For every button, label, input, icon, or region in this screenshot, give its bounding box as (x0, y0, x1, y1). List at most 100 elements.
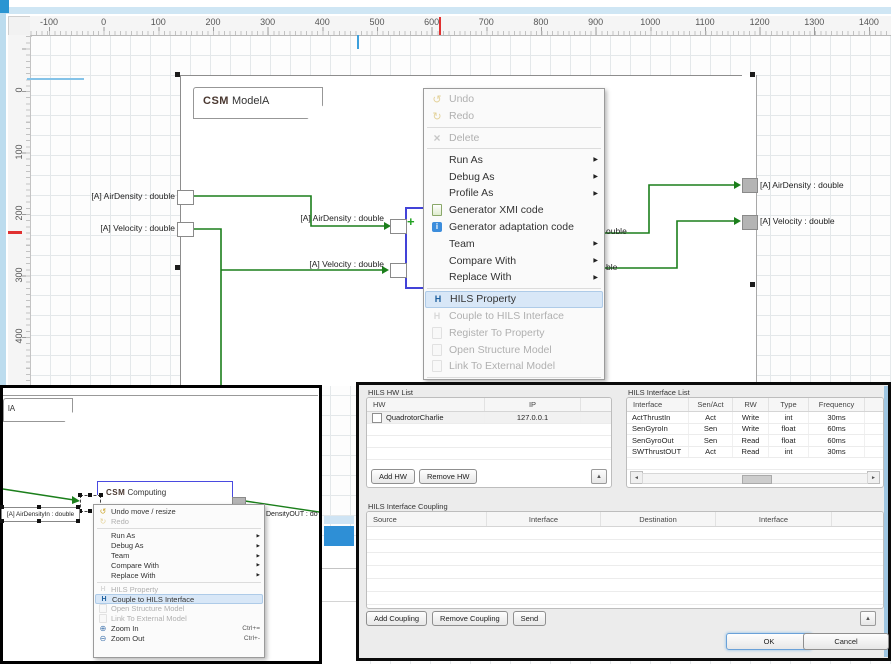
scrollbar-track[interactable] (642, 473, 868, 484)
table-row[interactable]: SenGyroOutSenReadfloat60ms (627, 435, 883, 447)
selection-handle[interactable] (750, 72, 755, 77)
menu-item-couple-to-hils-interface[interactable]: Couple to HILS Interface (95, 594, 263, 604)
menu-item-link-to-external-model[interactable]: Link To External Model (95, 614, 263, 624)
column-header[interactable]: Interface (487, 512, 601, 526)
menu-item-zoom-in[interactable]: Zoom InCtrl+= (95, 624, 263, 634)
menu-item-hils-property[interactable]: HILS Property (425, 291, 603, 308)
scroll-right-icon[interactable]: ► (867, 471, 880, 484)
selection-handle[interactable] (76, 519, 80, 523)
coupling-table-header: SourceInterfaceDestinationInterface (367, 512, 883, 527)
menu-item-redo[interactable]: Redo (95, 517, 263, 527)
selection-handle[interactable] (37, 505, 41, 509)
menu-item-run-as[interactable]: Run As▶ (425, 151, 603, 168)
add-coupling-button[interactable]: Add Coupling (366, 611, 427, 626)
submenu-arrow-icon: ▶ (257, 562, 260, 568)
table-row[interactable]: SWThrustOUTActReadint30ms (627, 447, 883, 459)
horizontal-ruler[interactable]: -100010020030040050060070080090010001100… (30, 16, 891, 36)
selection-handle[interactable] (76, 505, 80, 509)
selection-handle[interactable] (37, 519, 41, 523)
menu-item-team[interactable]: Team▶ (425, 235, 603, 252)
menu-item-link-to-external-model[interactable]: Link To External Model (425, 358, 603, 375)
selection-handle[interactable] (175, 265, 180, 270)
selection-handle[interactable] (88, 493, 92, 497)
vertical-ruler[interactable]: 0100200300400 (8, 35, 31, 385)
column-header[interactable]: Interface (627, 398, 689, 411)
menu-item-redo[interactable]: Redo (425, 108, 603, 125)
menu-item-run-as[interactable]: Run As▶ (95, 531, 263, 541)
menu-item-team[interactable]: Team▶ (95, 551, 263, 561)
menu-separator (97, 582, 261, 583)
column-header[interactable]: Sen/Act (689, 398, 733, 411)
doc-icon (98, 604, 108, 613)
redo-icon (98, 517, 108, 526)
port[interactable] (390, 219, 407, 234)
selection-handle[interactable] (78, 493, 82, 497)
menu-item-replace-with[interactable]: Replace With▶ (425, 269, 603, 286)
menu-item-compare-with[interactable]: Compare With▶ (425, 252, 603, 269)
origin-blue-line (27, 78, 84, 80)
selection-handle[interactable] (175, 72, 180, 77)
column-header[interactable]: HW (367, 398, 485, 411)
shortcut-label: Ctrl+- (244, 635, 260, 642)
add-port-icon[interactable]: + (407, 214, 415, 229)
remove-hw-button[interactable]: Remove HW (419, 469, 478, 484)
port[interactable] (742, 178, 758, 193)
menu-item-couple-to-hils-interface[interactable]: Couple to HILS Interface (425, 308, 603, 325)
table-row-empty (627, 458, 883, 470)
port[interactable] (177, 222, 194, 237)
port[interactable] (177, 190, 194, 205)
selection-handle[interactable] (99, 493, 103, 497)
table-row[interactable]: SenGyroInSenWritefloat60ms (627, 424, 883, 436)
menu-item-generator-adaptation-code[interactable]: Generator adaptation code (425, 219, 603, 236)
cancel-button[interactable]: Cancel (803, 633, 889, 650)
delete-icon (430, 131, 444, 145)
port-label: [A] Velocity : double (306, 259, 384, 269)
ok-button[interactable]: OK (726, 633, 812, 650)
column-header[interactable]: Interface (716, 512, 832, 526)
scrollbar-thumb[interactable] (742, 475, 772, 484)
menu-item-generator-xmi-code[interactable]: Generator XMI code (425, 202, 603, 219)
selection-handle[interactable] (88, 509, 92, 513)
collapse-button[interactable]: ▲ (860, 611, 876, 626)
cell: SenGyroIn (627, 424, 689, 435)
selection-handle[interactable] (0, 519, 4, 523)
port[interactable] (742, 215, 758, 230)
menu-item-register-to-property[interactable]: Register To Property (425, 324, 603, 341)
checkbox[interactable] (372, 413, 382, 423)
table-row[interactable]: QuadrotorCharlie127.0.0.1 (367, 412, 611, 424)
menu-item-delete[interactable]: Delete (425, 130, 603, 147)
column-header[interactable]: IP (485, 398, 581, 411)
menu-item-zoom-out[interactable]: Zoom OutCtrl+- (95, 634, 263, 644)
menu-item-debug-as[interactable]: Debug As▶ (95, 541, 263, 551)
collapse-button[interactable]: ▲ (591, 469, 607, 484)
column-header[interactable]: Frequency (809, 398, 865, 411)
table-row[interactable]: ActThrustInActWriteint30ms (627, 412, 883, 424)
menu-item-undo[interactable]: Undo (425, 91, 603, 108)
menu-item-label: Register To Property (449, 327, 545, 339)
ruler-red-marker-v (8, 231, 22, 234)
menu-item-hils-property[interactable]: HILS Property (95, 584, 263, 594)
ruler-label: 400 (14, 326, 24, 346)
remove-coupling-button[interactable]: Remove Coupling (432, 611, 508, 626)
zoom-in-icon (98, 624, 108, 633)
submenu-arrow-icon: ▶ (257, 572, 260, 578)
column-header[interactable]: Source (367, 512, 487, 526)
menu-item-profile-as[interactable]: Profile As▶ (425, 185, 603, 202)
submenu-arrow-icon: ▶ (593, 156, 598, 163)
add-hw-button[interactable]: Add HW (371, 469, 415, 484)
menu-item-compare-with[interactable]: Compare With▶ (95, 560, 263, 570)
column-header[interactable]: RW (733, 398, 769, 411)
column-header[interactable]: Destination (601, 512, 716, 526)
port[interactable] (390, 263, 407, 278)
menu-item-replace-with[interactable]: Replace With▶ (95, 570, 263, 580)
selection-handle[interactable] (0, 505, 4, 509)
model-tab[interactable]: CSM ModelA (193, 87, 323, 119)
selection-handle[interactable] (750, 282, 755, 287)
column-header[interactable]: Type (769, 398, 809, 411)
menu-item-open-structure-model[interactable]: Open Structure Model (95, 604, 263, 614)
menu-item-open-structure-model[interactable]: Open Structure Model (425, 341, 603, 358)
zoom-out-icon (98, 634, 108, 643)
menu-item-debug-as[interactable]: Debug As▶ (425, 168, 603, 185)
send-button[interactable]: Send (513, 611, 547, 626)
menu-item-undo-move-resize[interactable]: Undo move / resize (95, 507, 263, 517)
